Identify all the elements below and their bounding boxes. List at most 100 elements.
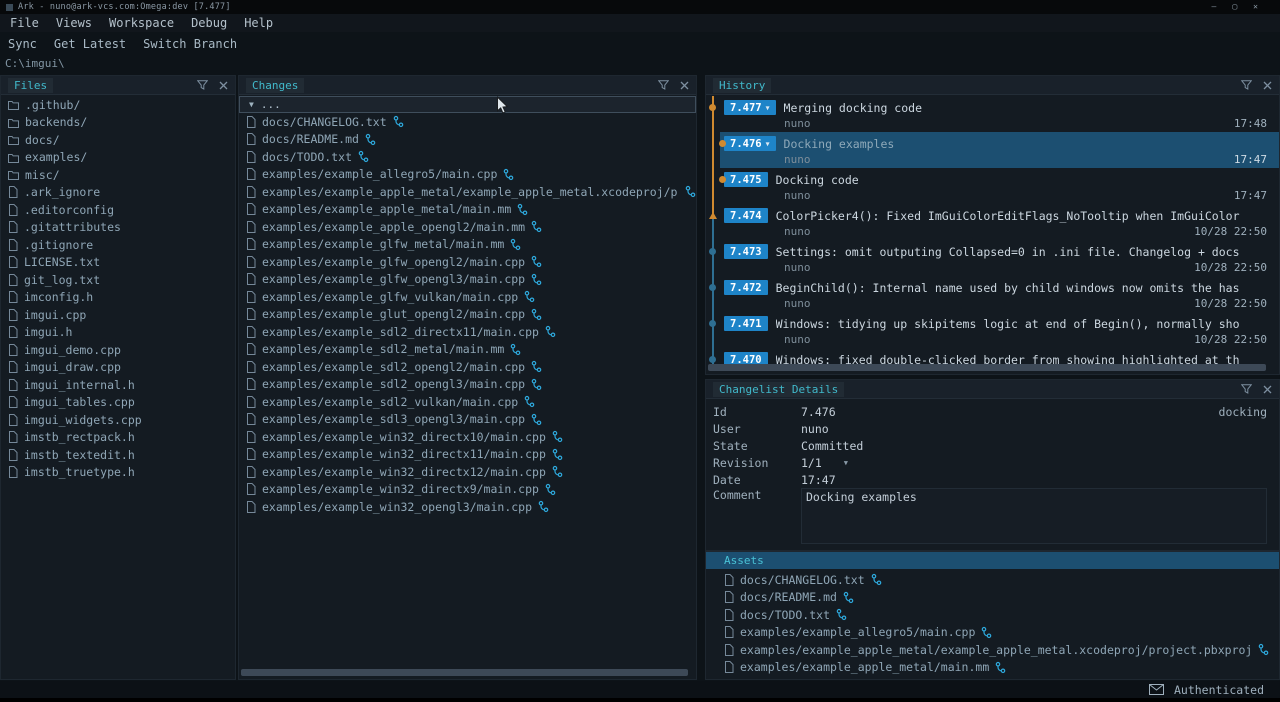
file-tree-item[interactable]: .editorconfig: [1, 201, 235, 219]
asset-row[interactable]: docs/CHANGELOG.txt: [706, 571, 1279, 589]
menu-item-debug[interactable]: Debug: [191, 16, 227, 30]
menu-item-help[interactable]: Help: [244, 16, 273, 30]
changed-file-row[interactable]: examples/example_apple_metal/example_app…: [239, 183, 696, 201]
file-tree-item[interactable]: imgui_draw.cpp: [1, 359, 235, 377]
file-tree-item[interactable]: imgui.cpp: [1, 306, 235, 324]
changed-file-row[interactable]: examples/example_sdl3_opengl3/main.cpp: [239, 411, 696, 429]
file-tree-item[interactable]: imgui_tables.cpp: [1, 394, 235, 412]
window-title: Ark - nuno@ark-vcs.com:Omega:dev [7.477]: [18, 2, 231, 12]
menu-item-file[interactable]: File: [10, 16, 39, 30]
file-tree-item[interactable]: examples/: [1, 149, 235, 167]
revision-badge[interactable]: 7.475: [724, 172, 768, 187]
revision-badge[interactable]: 7.471: [724, 316, 768, 331]
history-entry[interactable]: 7.474ColorPicker4(): Fixed ImGuiColorEdi…: [706, 204, 1279, 240]
file-tree-item[interactable]: imstb_textedit.h: [1, 446, 235, 464]
revision-badge[interactable]: 7.472: [724, 280, 768, 295]
changed-file-row[interactable]: examples/example_win32_directx11/main.cp…: [239, 446, 696, 464]
history-entry[interactable]: 7.470Windows: fixed double-clicked borde…: [706, 348, 1279, 364]
file-tree-item[interactable]: git_log.txt: [1, 271, 235, 289]
changed-file-row[interactable]: examples/example_sdl2_opengl3/main.cpp: [239, 376, 696, 394]
file-icon: [8, 361, 18, 373]
changed-file-row[interactable]: docs/CHANGELOG.txt: [239, 113, 696, 131]
filter-icon[interactable]: [197, 80, 208, 90]
toolbar-button-sync[interactable]: Sync: [8, 37, 37, 51]
changed-file-row[interactable]: examples/example_allegro5/main.cpp: [239, 166, 696, 184]
changed-file-row[interactable]: docs/README.md: [239, 131, 696, 149]
changes-root-label: ...: [261, 98, 281, 111]
revision-badge[interactable]: 7.470: [724, 352, 768, 364]
history-entry[interactable]: 7.477▼Merging docking codenuno17:48: [706, 96, 1279, 132]
file-tree-item[interactable]: .github/: [1, 96, 235, 114]
menu-item-workspace[interactable]: Workspace: [109, 16, 174, 30]
changed-file-row[interactable]: examples/example_win32_directx12/main.cp…: [239, 463, 696, 481]
asset-row[interactable]: examples/example_allegro5/main.cpp: [706, 624, 1279, 642]
revision-badge[interactable]: 7.474: [724, 208, 768, 223]
file-tree-item[interactable]: docs/: [1, 131, 235, 149]
comment-field[interactable]: Docking examples: [801, 488, 1267, 544]
files-panel-title: Files: [8, 78, 53, 93]
changed-file-row[interactable]: examples/example_glfw_vulkan/main.cpp: [239, 288, 696, 306]
file-icon: [8, 239, 18, 251]
file-tree-item[interactable]: imstb_rectpack.h: [1, 429, 235, 447]
changed-file-row[interactable]: examples/example_sdl2_opengl2/main.cpp: [239, 358, 696, 376]
toolbar-button-switch-branch[interactable]: Switch Branch: [143, 37, 237, 51]
close-panel-icon[interactable]: [1263, 385, 1272, 394]
close-panel-icon[interactable]: [1263, 81, 1272, 90]
file-tree-item[interactable]: imgui_demo.cpp: [1, 341, 235, 359]
revision-badge[interactable]: 7.473: [724, 244, 768, 259]
file-tree-item[interactable]: imstb_truetype.h: [1, 464, 235, 482]
chevron-down-icon[interactable]: ▼: [844, 459, 848, 467]
changed-file-row[interactable]: examples/example_sdl2_vulkan/main.cpp: [239, 393, 696, 411]
asset-row[interactable]: examples/example_apple_metal/example_app…: [706, 641, 1279, 659]
revision-badge[interactable]: 7.477▼: [724, 100, 776, 115]
changed-file-row[interactable]: examples/example_glfw_metal/main.mm: [239, 236, 696, 254]
close-icon[interactable]: ✕: [1253, 0, 1258, 14]
changed-file-row[interactable]: examples/example_apple_opengl2/main.mm: [239, 218, 696, 236]
file-tree-item[interactable]: imgui_widgets.cpp: [1, 411, 235, 429]
changed-file-row[interactable]: examples/example_win32_directx10/main.cp…: [239, 428, 696, 446]
menu-item-views[interactable]: Views: [56, 16, 92, 30]
file-tree-item[interactable]: imgui.h: [1, 324, 235, 342]
history-entry[interactable]: 7.471Windows: tidying up skipitems logic…: [706, 312, 1279, 348]
horizontal-scrollbar[interactable]: [241, 669, 688, 676]
changed-file-row[interactable]: examples/example_glfw_opengl3/main.cpp: [239, 271, 696, 289]
file-tree-item[interactable]: .ark_ignore: [1, 184, 235, 202]
assets-header[interactable]: Assets: [706, 552, 1279, 569]
asset-row[interactable]: examples/example_apple_metal/main.mm: [706, 659, 1279, 677]
chevron-down-icon[interactable]: ▼: [249, 100, 254, 109]
changed-file-row[interactable]: examples/example_win32_directx9/main.cpp: [239, 481, 696, 499]
asset-row[interactable]: docs/README.md: [706, 589, 1279, 607]
changed-file-row[interactable]: examples/example_apple_metal/main.mm: [239, 201, 696, 219]
file-tree-item[interactable]: imgui_internal.h: [1, 376, 235, 394]
history-entry[interactable]: 7.473Settings: omit outputing Collapsed=…: [706, 240, 1279, 276]
file-tree-item[interactable]: LICENSE.txt: [1, 254, 235, 272]
maximize-icon[interactable]: ▢: [1232, 0, 1237, 14]
history-entry[interactable]: 7.476▼Docking examplesnuno17:47: [706, 132, 1279, 168]
minimize-icon[interactable]: —: [1212, 0, 1217, 14]
revision-badge[interactable]: 7.476▼: [724, 136, 776, 151]
history-entry[interactable]: 7.472BeginChild(): Internal name used by…: [706, 276, 1279, 312]
asset-row[interactable]: docs/TODO.txt: [706, 606, 1279, 624]
filter-icon[interactable]: [1241, 80, 1252, 90]
commit-author: nuno: [784, 261, 811, 274]
horizontal-scrollbar[interactable]: [708, 364, 1266, 371]
history-entry[interactable]: 7.475Docking codenuno17:47: [706, 168, 1279, 204]
file-tree-item[interactable]: misc/: [1, 166, 235, 184]
changed-file-row[interactable]: examples/example_win32_opengl3/main.cpp: [239, 498, 696, 516]
filter-icon[interactable]: [1241, 384, 1252, 394]
changed-file-row[interactable]: examples/example_glut_opengl2/main.cpp: [239, 306, 696, 324]
changed-file-row[interactable]: docs/TODO.txt: [239, 148, 696, 166]
file-tree-item[interactable]: .gitignore: [1, 236, 235, 254]
file-tree-item[interactable]: backends/: [1, 114, 235, 132]
close-panel-icon[interactable]: [219, 81, 228, 90]
toolbar-button-get-latest[interactable]: Get Latest: [54, 37, 126, 51]
file-tree-item[interactable]: .gitattributes: [1, 219, 235, 237]
close-panel-icon[interactable]: [680, 81, 689, 90]
file-tree-item[interactable]: imconfig.h: [1, 289, 235, 307]
changed-file-row[interactable]: examples/example_sdl2_directx11/main.cpp: [239, 323, 696, 341]
changes-root-row[interactable]: ▼ ...: [239, 96, 696, 113]
changed-file-row[interactable]: examples/example_glfw_opengl2/main.cpp: [239, 253, 696, 271]
files-panel-header: Files: [1, 76, 235, 95]
changed-file-row[interactable]: examples/example_sdl2_metal/main.mm: [239, 341, 696, 359]
filter-icon[interactable]: [658, 80, 669, 90]
